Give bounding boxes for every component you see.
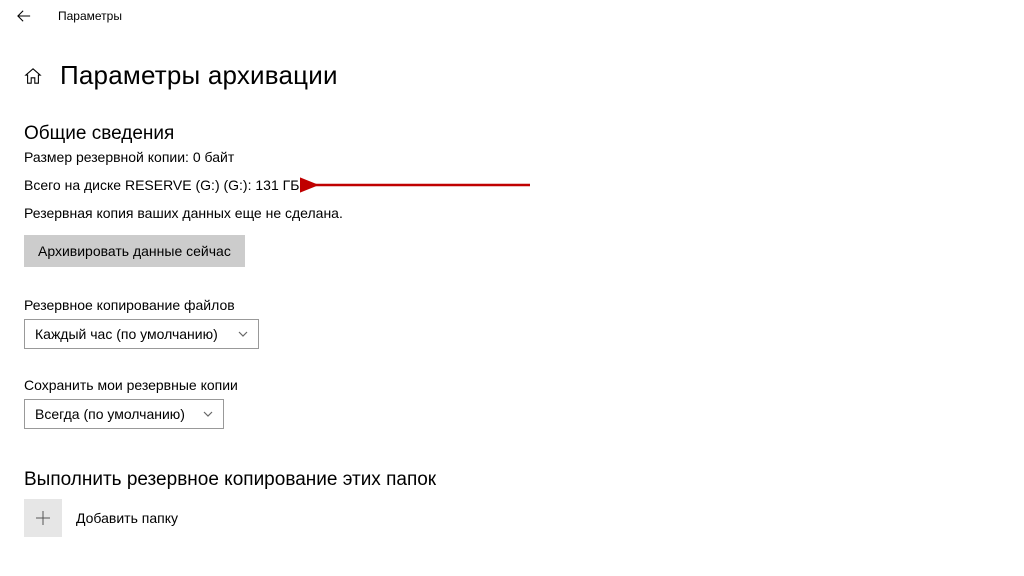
- chevron-down-icon: [238, 326, 248, 342]
- page-header: Параметры архивации: [24, 60, 1000, 91]
- frequency-selected: Каждый час (по умолчанию): [35, 326, 218, 342]
- plus-icon: [35, 510, 51, 526]
- titlebar: Параметры: [0, 0, 1024, 32]
- window-title: Параметры: [58, 9, 122, 23]
- page-title: Параметры архивации: [60, 60, 338, 91]
- retention-selected: Всегда (по умолчанию): [35, 406, 185, 422]
- retention-label: Сохранить мои резервные копии: [24, 377, 1000, 393]
- frequency-label: Резервное копирование файлов: [24, 297, 1000, 313]
- add-folder-button[interactable]: [24, 499, 62, 537]
- home-icon: [24, 67, 42, 85]
- overview-heading: Общие сведения: [24, 123, 1000, 145]
- folders-heading: Выполнить резервное копирование этих пап…: [24, 469, 1000, 491]
- back-button[interactable]: [8, 0, 40, 32]
- add-folder-label: Добавить папку: [76, 510, 178, 526]
- retention-dropdown[interactable]: Всегда (по умолчанию): [24, 399, 224, 429]
- backup-now-button[interactable]: Архивировать данные сейчас: [24, 235, 245, 267]
- arrow-left-icon: [17, 9, 31, 23]
- home-button[interactable]: [24, 67, 42, 85]
- content-area: Параметры архивации Общие сведения Разме…: [0, 60, 1024, 537]
- not-backed-up-line: Резервная копия ваших данных еще не сдел…: [24, 205, 1000, 221]
- chevron-down-icon: [203, 406, 213, 422]
- add-folder-row: Добавить папку: [24, 499, 1000, 537]
- frequency-dropdown[interactable]: Каждый час (по умолчанию): [24, 319, 259, 349]
- backup-size-line: Размер резервной копии: 0 байт: [24, 149, 1000, 165]
- disk-total-line: Всего на диске RESERVE (G:) (G:): 131 ГБ: [24, 177, 1000, 193]
